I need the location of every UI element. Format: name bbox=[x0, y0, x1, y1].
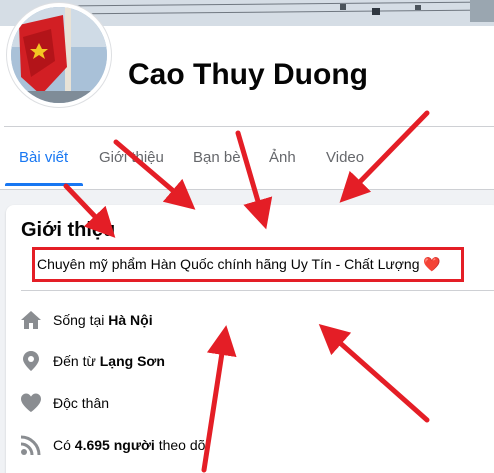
rss-followers-icon bbox=[20, 435, 41, 456]
followers-row: Có 4.695 người theo dõi bbox=[20, 434, 460, 458]
lives-in-place[interactable]: Hà Nội bbox=[108, 312, 152, 328]
profile-name: Cao Thuy Duong bbox=[128, 58, 368, 91]
tab-photos[interactable]: Ảnh bbox=[269, 149, 296, 166]
from-place[interactable]: Lạng Sơn bbox=[100, 353, 165, 369]
profile-tabs: Bài viết Giới thiệu Bạn bè Ảnh Video bbox=[0, 127, 494, 189]
intro-divider bbox=[21, 290, 494, 291]
intro-title: Giới thiệu bbox=[21, 219, 116, 241]
from-row: Đến từ Lạng Sơn bbox=[20, 350, 460, 374]
heart-icon bbox=[21, 393, 41, 412]
lives-in-prefix: Sống tại bbox=[53, 312, 109, 328]
relationship-status: Độc thân bbox=[53, 395, 110, 411]
tab-posts[interactable]: Bài viết bbox=[19, 149, 68, 166]
annotation-highlight-box bbox=[32, 247, 464, 282]
followers-suffix: theo dõi bbox=[154, 437, 209, 453]
active-tab-indicator bbox=[5, 183, 83, 186]
followers-prefix: Có bbox=[53, 437, 75, 453]
tab-friends[interactable]: Bạn bè bbox=[193, 149, 241, 166]
lives-in-row: Sống tại Hà Nội bbox=[20, 309, 460, 333]
intro-card bbox=[6, 205, 494, 473]
profile-avatar[interactable] bbox=[7, 3, 111, 107]
relationship-row: Độc thân bbox=[20, 392, 460, 416]
home-icon bbox=[21, 311, 41, 329]
location-pin-icon bbox=[23, 351, 39, 371]
tab-about[interactable]: Giới thiệu bbox=[99, 149, 164, 166]
avatar-image bbox=[11, 7, 107, 103]
followers-count[interactable]: 4.695 người bbox=[75, 437, 155, 453]
from-prefix: Đến từ bbox=[53, 353, 100, 369]
tab-videos[interactable]: Video bbox=[326, 149, 364, 166]
